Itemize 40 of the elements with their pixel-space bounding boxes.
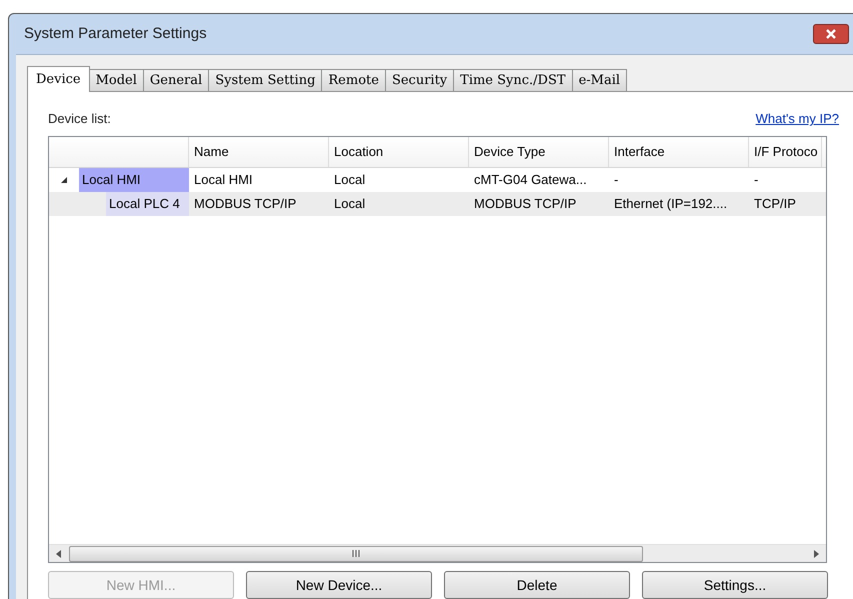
table-cell-text: Local <box>333 195 366 214</box>
tree-item-label[interactable]: Local PLC 4 <box>106 192 189 216</box>
tab[interactable]: General <box>142 69 210 91</box>
table-cell-text: Local HMI <box>193 171 254 190</box>
tab[interactable]: Device <box>27 66 90 92</box>
dialog-button[interactable]: Settings... <box>642 571 828 599</box>
tab[interactable]: e-Mail <box>572 69 628 91</box>
table-cell-text: MODBUS TCP/IP <box>473 195 578 214</box>
tab[interactable]: Time Sync./DST <box>453 69 573 91</box>
table-cell-text: - <box>753 171 760 190</box>
close-button[interactable] <box>813 24 849 44</box>
table-cell-text: cMT-G04 Gatewa... <box>473 171 588 190</box>
table-cell-text: - <box>613 171 620 190</box>
tab[interactable]: System Setting <box>208 69 322 91</box>
window-title: System Parameter Settings <box>24 24 207 44</box>
scroll-left-icon[interactable] <box>56 550 62 558</box>
column-header[interactable]: Interface <box>609 137 749 167</box>
table-cell-text: MODBUS TCP/IP <box>193 195 298 214</box>
table-cell-text: TCP/IP <box>753 195 797 214</box>
tab[interactable]: Remote <box>321 69 386 91</box>
device-list-label: Device list: <box>48 110 111 128</box>
scroll-right-icon[interactable] <box>813 550 819 558</box>
table-row[interactable]: Local PLC 4 MODBUS TCP/IP Local MODBUS TCP/IP Ethernet (IP=192.... TCP/IP <box>49 192 826 216</box>
table-cell-text: Ethernet (IP=192.... <box>613 195 728 214</box>
grip-icon <box>352 550 360 557</box>
column-header[interactable]: Device Type <box>469 137 609 167</box>
dialog-button[interactable]: Delete <box>444 571 630 599</box>
column-header[interactable]: I/F Protoco <box>749 137 822 167</box>
table-cell-text: Local <box>333 171 366 190</box>
close-icon <box>826 29 836 39</box>
column-header[interactable]: Name <box>189 137 329 167</box>
dialog-button[interactable]: New Device... <box>246 571 432 599</box>
tree-item-label[interactable]: Local HMI <box>79 168 189 192</box>
tab[interactable]: Model <box>88 69 144 91</box>
scrollbar-thumb[interactable] <box>69 546 643 562</box>
whats-my-ip-link[interactable]: What's my IP? <box>756 109 839 129</box>
tab[interactable]: Security <box>384 69 454 91</box>
column-header[interactable]: Location <box>329 137 469 167</box>
horizontal-scrollbar[interactable] <box>49 544 826 562</box>
expanded-triangle-icon[interactable] <box>60 176 68 184</box>
